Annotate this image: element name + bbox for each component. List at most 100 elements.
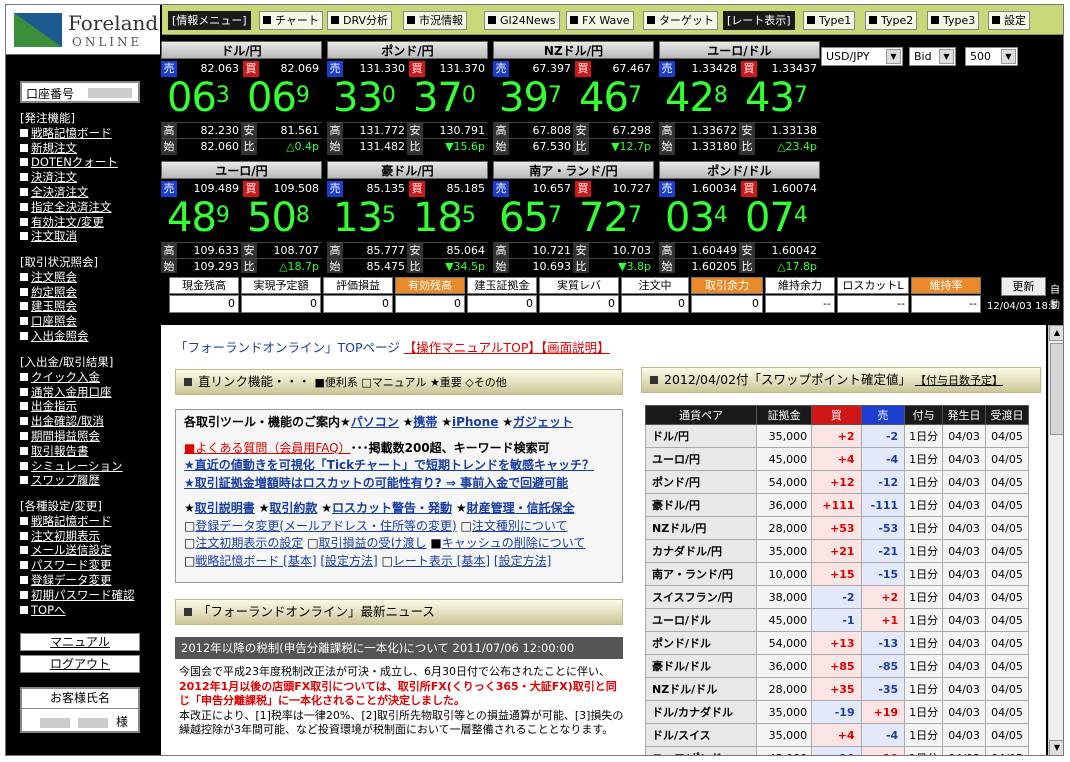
sidebar-item[interactable]: 有効注文/変更	[20, 215, 118, 230]
sidebar-item[interactable]: 登録データ変更	[20, 573, 135, 588]
quantity-select[interactable]: 500 ▼	[965, 47, 1018, 66]
sidebar-item[interactable]: 全決済注文	[20, 185, 118, 200]
rate-card[interactable]: 豪ドル/円売 85.135 買 85.185 135 185 高 85.777 安 85.064 始…	[327, 161, 488, 275]
buy-big-price[interactable]: 370	[413, 77, 476, 119]
sidebar-item[interactable]: メール送信設定	[20, 543, 135, 558]
sidebar-item[interactable]: 新規注文	[20, 141, 118, 156]
table-cell: 45,000	[756, 447, 813, 471]
setting-link[interactable]: [設定方法]	[320, 554, 377, 568]
buy-big-price[interactable]: 437	[745, 77, 808, 119]
nav-gi24news[interactable]: GI24News	[484, 11, 560, 30]
sidebar-item[interactable]: 入出金照会	[20, 329, 98, 344]
sidebar-item[interactable]: パスワード変更	[20, 558, 135, 573]
sidebar-item[interactable]: 初期パスワード確認	[20, 588, 135, 603]
faq-link[interactable]: ■よくある質問（会員用FAQ）	[184, 441, 351, 455]
settlement-link[interactable]: 取引損益の受け渡し	[319, 536, 427, 550]
rate-card[interactable]: NZドル/円売 67.397 買 67.467 397 467 高 67.808 安 67.298…	[493, 41, 654, 155]
nav-type3[interactable]: Type3	[927, 11, 980, 30]
sidebar-item[interactable]: 戦略記憶ボード	[20, 514, 135, 529]
mobile-link[interactable]: 携帯	[413, 415, 437, 429]
small-digit: 4	[793, 203, 808, 228]
sell-big-price[interactable]: 657	[499, 197, 562, 239]
sidebar-item[interactable]: 口座照会	[20, 314, 98, 329]
big-digits: 06	[247, 75, 297, 121]
nav-fxwave[interactable]: FX Wave	[566, 11, 634, 30]
sidebar-item[interactable]: 期間損益照会	[20, 429, 123, 444]
sidebar-item[interactable]: 戦略記憶ボード	[20, 126, 118, 141]
gadget-link[interactable]: ガジェット	[513, 415, 573, 429]
strategy-board-link[interactable]: 戦略記憶ボード [基本]	[195, 554, 316, 568]
order-type-link[interactable]: 注文種別について	[472, 519, 568, 533]
manual-top-link[interactable]: 【操作マニュアルTOP】	[404, 340, 541, 355]
tick-chart-link[interactable]: ★直近の値動きを可視化「Tickチャート」で短期トレンドを敏感キャッチ？	[184, 458, 594, 472]
sidebar-item[interactable]: 約定照会	[20, 285, 98, 300]
sidebar-item[interactable]: シミュレーション	[20, 459, 123, 474]
sidebar-item[interactable]: 注文取消	[20, 229, 118, 244]
square-icon	[992, 16, 1000, 24]
sidebar-item[interactable]: 決済注文	[20, 170, 118, 185]
rate-card[interactable]: ユーロ/円売 109.489 買 109.508 489 508 高 109.633 安 108.…	[161, 161, 322, 275]
scroll-thumb[interactable]	[1050, 343, 1063, 435]
cache-link[interactable]: キャッシュの削除について	[442, 536, 586, 550]
news-headline[interactable]: 2012年以降の税制(申告分離課税に一本化)について 2011/07/06 12…	[175, 637, 623, 659]
sell-big-price[interactable]: 489	[167, 197, 230, 239]
sidebar-item[interactable]: 取引報告書	[20, 444, 123, 459]
asset-management-link[interactable]: 財産管理・信託保全	[467, 501, 575, 515]
sidebar-item[interactable]: 建玉照会	[20, 299, 98, 314]
nav-target[interactable]: ターゲット	[643, 11, 718, 30]
nav-settings[interactable]: 設定	[988, 11, 1030, 30]
logout-button[interactable]: ログアウト	[20, 655, 140, 673]
sidebar-item[interactable]: 通常入金用口座	[20, 385, 123, 400]
sidebar-item[interactable]: 注文初期表示	[20, 529, 135, 544]
sell-big-price[interactable]: 063	[167, 77, 230, 119]
terms-link[interactable]: 取引約款	[269, 501, 317, 515]
rate-card[interactable]: ドル/円売 82.063 買 82.069 063 069 高 82.230 安 81.561 始 8…	[161, 41, 322, 155]
nav-chart[interactable]: チャート	[259, 11, 323, 30]
losscut-notice-link[interactable]: ★取引証拠金増額時はロスカットの可能性有り? ⇒ 事前入金で回避可能	[184, 476, 568, 490]
vertical-scrollbar[interactable]: ▲ ▼	[1048, 325, 1063, 755]
pc-link[interactable]: パソコン	[351, 415, 399, 429]
screen-guide-link[interactable]: 【画面説明】	[541, 340, 610, 355]
rate-card[interactable]: ポンド/ドル売 1.60034 買 1.60074 034 074 高 1.60449 安 1.6…	[659, 161, 820, 275]
sell-big-price[interactable]: 034	[665, 197, 728, 239]
iphone-link[interactable]: iPhone	[452, 415, 498, 429]
buy-big-price[interactable]: 069	[247, 75, 310, 121]
nav-drv-analysis[interactable]: DRV分析	[327, 11, 393, 30]
sidebar-item[interactable]: 指定全決済注文	[20, 200, 118, 215]
losscut-link[interactable]: ロスカット警告・発動	[332, 501, 452, 515]
grant-days-link[interactable]: 【付与日数予定】	[915, 374, 1003, 387]
data-change-link[interactable]: 登録データ変更(メールアドレス・住所等の変更)	[195, 519, 456, 533]
side-select[interactable]: Bid ▼	[909, 47, 956, 66]
sell-big-price[interactable]: 428	[665, 77, 728, 119]
nav-type1[interactable]: Type1	[803, 11, 856, 30]
sell-big-price[interactable]: 135	[333, 197, 396, 239]
rate-card[interactable]: ポンド/円売 131.330 買 131.370 330 370 高 131.772 安 130.…	[327, 41, 488, 155]
update-button[interactable]: 更新	[1001, 277, 1046, 296]
rate-card[interactable]: ユーロ/ドル売 1.33428 買 1.33437 428 437 高 1.33672 安 1.3…	[659, 41, 820, 155]
sidebar-item[interactable]: 出金指示	[20, 399, 123, 414]
pair-select[interactable]: USD/JPY ▼	[821, 47, 903, 66]
nav-market-info[interactable]: 市況情報	[403, 11, 467, 30]
sidebar-item[interactable]: 注文照会	[20, 270, 98, 285]
buy-big-price[interactable]: 508	[247, 197, 310, 239]
sell-big-price[interactable]: 397	[499, 77, 562, 119]
setting-link[interactable]: [設定方法]	[494, 554, 551, 568]
buy-big-price[interactable]: 467	[579, 77, 642, 119]
rate-card[interactable]: 南ア・ランド/円売 10.657 買 10.727 657 727 高 10.721 安 10.7…	[493, 161, 654, 275]
buy-big-price[interactable]: 727	[579, 197, 642, 239]
buy-big-price[interactable]: 074	[745, 197, 808, 239]
buy-big-price[interactable]: 185	[413, 197, 476, 239]
trading-doc-link[interactable]: 取引説明書	[195, 501, 255, 515]
rate-display-link[interactable]: レート表示 [基本]	[393, 554, 490, 568]
sidebar-item[interactable]: TOPへ	[20, 603, 135, 618]
order-init-link[interactable]: 注文初期表示の設定	[195, 536, 303, 550]
sell-big-price[interactable]: 330	[333, 77, 396, 119]
sidebar-item[interactable]: クイック入金	[20, 370, 123, 385]
sidebar-item[interactable]: 出金確認/取消	[20, 414, 123, 429]
manual-button[interactable]: マニュアル	[20, 633, 140, 651]
scroll-up-icon[interactable]: ▲	[1049, 325, 1063, 341]
sidebar-item[interactable]: スワップ履歴	[20, 473, 123, 488]
nav-type2[interactable]: Type2	[865, 11, 918, 30]
sidebar-item[interactable]: DOTENクォート	[20, 155, 118, 170]
scroll-down-icon[interactable]: ▼	[1049, 740, 1063, 755]
